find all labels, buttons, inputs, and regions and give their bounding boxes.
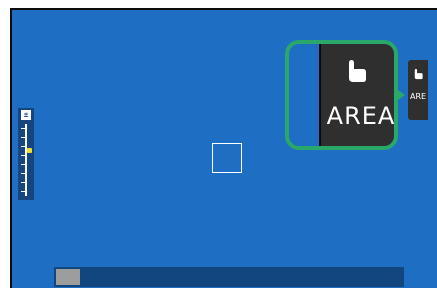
callout-viewfinder-strip	[295, 50, 321, 140]
small-area-label: ARE	[410, 92, 427, 101]
ev-tick	[21, 137, 27, 138]
ev-tick	[21, 146, 27, 147]
ev-tick	[21, 191, 27, 192]
ev-level-marker	[27, 148, 32, 153]
exposure-compensation-scale: ±	[18, 108, 34, 200]
ev-tick	[21, 182, 27, 183]
ev-tick	[21, 173, 27, 174]
small-area-button[interactable]: ARE	[408, 60, 428, 120]
camera-viewfinder: ± AREA ARE	[10, 8, 437, 288]
touch-area-label: AREA	[326, 102, 396, 130]
touch-hand-icon	[349, 60, 366, 82]
touch-area-callout: AREA	[285, 40, 398, 150]
touch-area-button[interactable]: AREA	[321, 44, 396, 146]
callout-pointer	[395, 88, 405, 102]
scrollbar-thumb[interactable]	[56, 269, 80, 285]
ev-tick	[21, 128, 27, 129]
scrollbar-track[interactable]	[54, 267, 404, 287]
touch-hand-icon	[414, 68, 423, 80]
ev-scale-track	[25, 124, 27, 196]
ev-tick	[21, 164, 27, 165]
exposure-compensation-icon: ±	[21, 110, 31, 120]
focus-frame[interactable]	[212, 143, 242, 173]
ev-tick	[21, 155, 27, 156]
